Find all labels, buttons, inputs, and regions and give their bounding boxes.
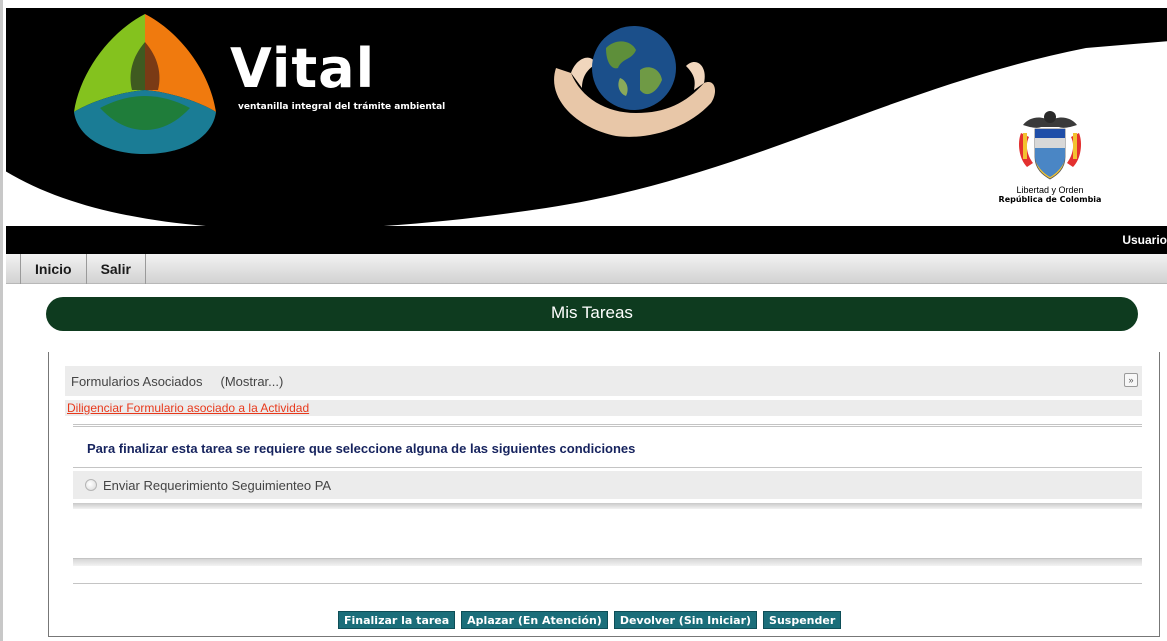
- nav-item-inicio[interactable]: Inicio: [20, 254, 86, 284]
- suspend-button[interactable]: Suspender: [763, 611, 842, 629]
- task-panel: Formularios Asociados (Mostrar...) » Dil…: [48, 352, 1160, 637]
- conditions-box: Para finalizar esta tarea se requiere qu…: [73, 424, 1142, 468]
- page: Vital ventanilla integral del trámite am…: [0, 0, 1167, 641]
- double-chevron-down-icon[interactable]: »: [1124, 373, 1138, 387]
- divider: [73, 558, 1142, 566]
- condition-option[interactable]: Enviar Requerimiento Seguimienteo PA: [73, 471, 1142, 499]
- condition-radio[interactable]: [85, 479, 97, 491]
- show-forms-toggle[interactable]: (Mostrar...): [221, 374, 284, 389]
- postpone-button[interactable]: Aplazar (En Atención): [461, 611, 608, 629]
- vital-logo-icon: [74, 14, 216, 154]
- main-nav: Inicio Salir: [6, 254, 1167, 284]
- crest-motto: Libertad y Orden: [1016, 185, 1084, 195]
- user-bar: Usuario: [6, 226, 1167, 254]
- return-button[interactable]: Devolver (Sin Iniciar): [613, 611, 758, 629]
- coat-of-arms-icon: [1019, 111, 1081, 180]
- header-banner: Vital ventanilla integral del trámite am…: [6, 8, 1167, 226]
- brand-title: Vital: [230, 37, 376, 100]
- page-title: Mis Tareas: [46, 297, 1138, 331]
- colombia-crest: Libertad y Orden República de Colombia: [990, 103, 1110, 204]
- nav-item-salir[interactable]: Salir: [85, 254, 146, 284]
- associated-forms-header: Formularios Asociados (Mostrar...) »: [65, 366, 1142, 396]
- left-border: [0, 0, 3, 641]
- user-label[interactable]: Usuario: [1122, 233, 1167, 247]
- conditions-title: Para finalizar esta tarea se requiere qu…: [87, 441, 636, 456]
- associated-forms-label: Formularios Asociados: [71, 373, 203, 389]
- action-buttons: Finalizar la tarea Aplazar (En Atención)…: [338, 611, 842, 629]
- divider: [73, 503, 1142, 509]
- crest-country: República de Colombia: [998, 195, 1102, 204]
- finalize-task-button[interactable]: Finalizar la tarea: [338, 611, 456, 629]
- hands-globe-icon: [554, 26, 716, 137]
- divider: [73, 583, 1142, 584]
- condition-option-label: Enviar Requerimiento Seguimienteo PA: [103, 477, 332, 493]
- fill-form-link[interactable]: Diligenciar Formulario asociado a la Act…: [65, 400, 1142, 416]
- brand-subtitle: ventanilla integral del trámite ambienta…: [238, 102, 446, 112]
